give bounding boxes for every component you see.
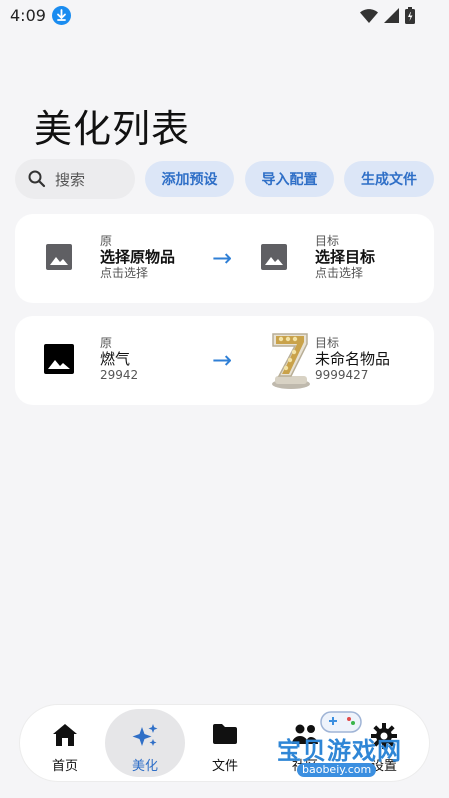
image-icon bbox=[44, 344, 74, 374]
nav-item-beautify[interactable]: 美化 bbox=[105, 709, 185, 777]
image-placeholder-icon bbox=[44, 242, 74, 272]
folder-icon bbox=[212, 723, 238, 749]
battery-icon bbox=[405, 7, 415, 24]
nav-item-home[interactable]: 首页 bbox=[25, 709, 105, 777]
target-label: 目标 bbox=[315, 234, 340, 248]
source-subtitle: 点击选择 bbox=[100, 266, 149, 280]
golden-seven-trophy-icon bbox=[267, 330, 313, 390]
target-label: 目标 bbox=[315, 336, 340, 350]
site-watermark: 宝贝游戏网 baobeiy.com bbox=[273, 706, 423, 778]
search-input[interactable]: 搜索 bbox=[15, 159, 135, 199]
watermark-text: 宝贝游戏网 bbox=[277, 737, 402, 765]
search-icon bbox=[27, 169, 47, 193]
mapping-card: 原 选择原物品 点击选择 → 目标 选择目标 点击选择 bbox=[15, 214, 434, 303]
signal-icon bbox=[384, 8, 399, 23]
arrow-right-icon: → bbox=[212, 244, 233, 272]
watermark-url: baobeiy.com bbox=[297, 763, 377, 777]
wifi-icon bbox=[360, 8, 378, 23]
source-title: 选择原物品 bbox=[100, 248, 176, 266]
nav-label-files: 文件 bbox=[211, 759, 238, 774]
nav-item-files[interactable]: 文件 bbox=[185, 709, 265, 777]
home-icon bbox=[52, 723, 78, 751]
source-label: 原 bbox=[100, 336, 113, 350]
target-title: 选择目标 bbox=[315, 248, 376, 266]
import-config-button[interactable]: 导入配置 bbox=[245, 161, 334, 197]
target-title: 未命名物品 bbox=[315, 350, 391, 368]
toolbar: 搜索 添加预设 导入配置 生成文件 bbox=[15, 159, 434, 199]
generate-file-button[interactable]: 生成文件 bbox=[344, 161, 434, 197]
source-label: 原 bbox=[100, 234, 113, 248]
nav-label-home: 首页 bbox=[51, 759, 78, 774]
target-item-selector[interactable]: 目标 选择目标 点击选择 bbox=[245, 214, 434, 303]
target-id: 9999427 bbox=[315, 368, 369, 382]
image-placeholder-icon bbox=[259, 242, 289, 272]
mapping-card: 原 燃气 29942 → 目标 未命名物品 9999427 bbox=[15, 316, 434, 405]
status-time: 4:09 bbox=[10, 6, 46, 25]
source-item-selector[interactable]: 原 选择原物品 点击选择 bbox=[15, 214, 205, 303]
add-preset-button[interactable]: 添加预设 bbox=[145, 161, 234, 197]
download-icon bbox=[52, 6, 71, 25]
nav-label-beautify: 美化 bbox=[131, 759, 158, 774]
source-item-selector[interactable]: 原 燃气 29942 bbox=[15, 316, 205, 405]
source-id: 29942 bbox=[100, 368, 139, 382]
target-subtitle: 点击选择 bbox=[315, 266, 364, 280]
target-item-selector[interactable]: 目标 未命名物品 9999427 bbox=[245, 316, 434, 405]
status-bar: 4:09 bbox=[0, 0, 449, 32]
source-title: 燃气 bbox=[100, 350, 131, 368]
sparkle-icon bbox=[131, 723, 159, 753]
arrow-right-icon: → bbox=[212, 346, 233, 374]
search-placeholder: 搜索 bbox=[55, 171, 86, 189]
page-title: 美化列表 bbox=[34, 107, 191, 151]
status-icons bbox=[360, 7, 415, 24]
